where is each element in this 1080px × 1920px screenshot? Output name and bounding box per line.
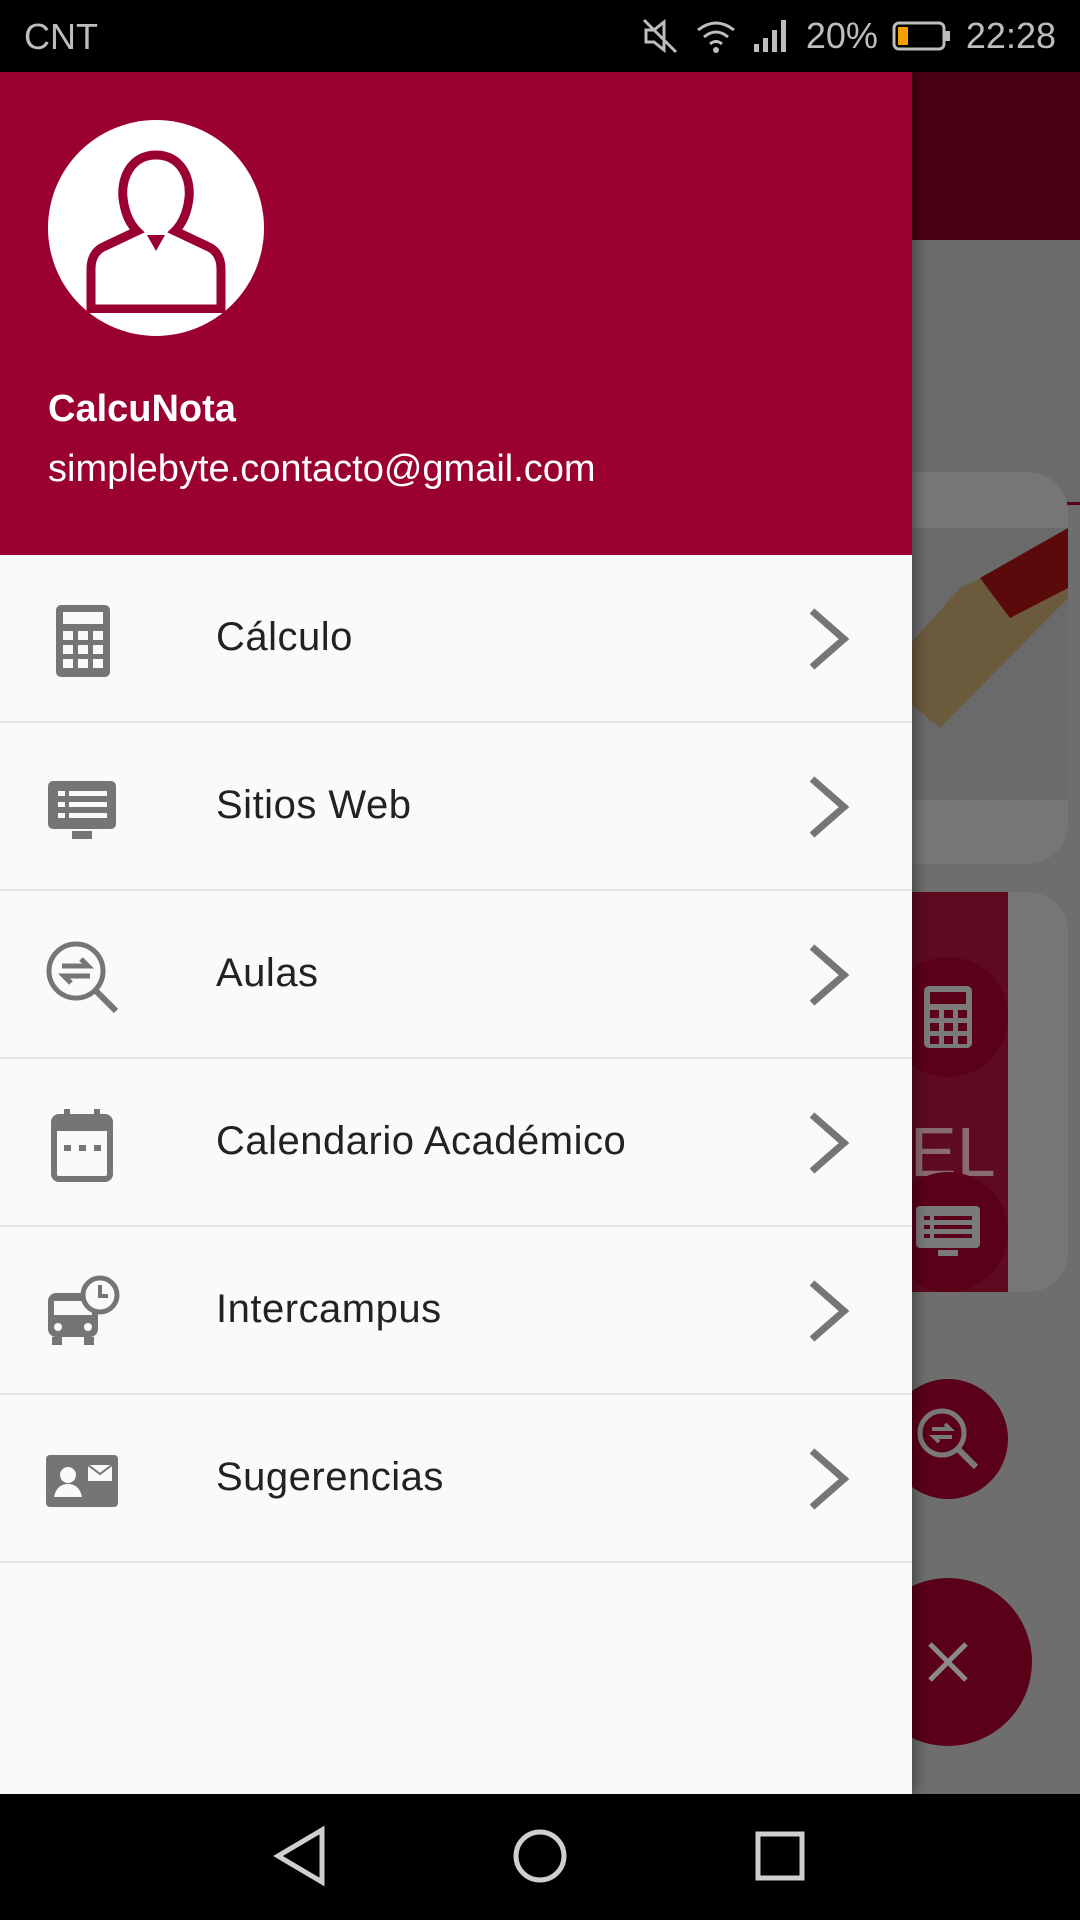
- recents-icon: [755, 1831, 805, 1881]
- status-bar: CNT 20% 22:28: [0, 0, 1080, 72]
- recents-button[interactable]: [748, 1824, 812, 1888]
- calculator-icon: [44, 603, 120, 679]
- chevron-right-icon: [806, 1111, 850, 1175]
- drawer-item-label: Sitios Web: [216, 783, 412, 827]
- drawer-item-sitios-web[interactable]: Sitios Web: [0, 723, 912, 891]
- drawer-item-sugerencias[interactable]: Sugerencias: [0, 1395, 912, 1563]
- chevron-right-icon: [806, 1279, 850, 1343]
- chevron-right-icon: [806, 607, 850, 671]
- system-nav-bar: [0, 1794, 1080, 1920]
- drawer-item-label: Aulas: [216, 951, 319, 995]
- battery-percent: 20%: [805, 15, 878, 56]
- drawer-item-label: Calendario Académico: [216, 1119, 627, 1163]
- chevron-right-icon: [806, 943, 850, 1007]
- drawer-header: CalcuNota simplebyte.contacto@gmail.com: [0, 72, 912, 555]
- monitor-list-icon: [44, 771, 120, 847]
- user-icon: [86, 150, 226, 313]
- drawer-item-intercampus[interactable]: Intercampus: [0, 1227, 912, 1395]
- battery-icon: [892, 20, 952, 52]
- chevron-right-icon: [806, 1447, 850, 1511]
- signal-icon: [752, 18, 792, 54]
- chevron-right-icon: [806, 775, 850, 839]
- contact-card-icon: [44, 1443, 120, 1519]
- clock-time: 22:28: [965, 15, 1056, 56]
- home-button[interactable]: [508, 1824, 572, 1888]
- calendar-icon: [44, 1107, 120, 1183]
- close-icon: [928, 1642, 968, 1682]
- drawer-item-label: Cálculo: [216, 615, 353, 659]
- carrier-name: CNT: [24, 16, 98, 57]
- user-email: simplebyte.contacto@gmail.com: [48, 448, 596, 490]
- drawer-menu: Cálculo Sitios Web Aulas Calendario Acad…: [0, 555, 912, 1563]
- mute-icon: [640, 16, 680, 56]
- drawer-item-label: Intercampus: [216, 1287, 442, 1331]
- drawer-item-label: Sugerencias: [216, 1455, 444, 1499]
- search-swap-icon: [44, 939, 120, 1015]
- back-button[interactable]: [270, 1824, 334, 1888]
- avatar[interactable]: [48, 120, 264, 336]
- navigation-drawer: CalcuNota simplebyte.contacto@gmail.com …: [0, 72, 912, 1794]
- home-icon: [513, 1829, 567, 1883]
- wifi-icon: [694, 16, 738, 56]
- drawer-item-calendario[interactable]: Calendario Académico: [0, 1059, 912, 1227]
- app-name: CalcuNota: [48, 388, 236, 430]
- drawer-item-calculo[interactable]: Cálculo: [0, 555, 912, 723]
- drawer-item-aulas[interactable]: Aulas: [0, 891, 912, 1059]
- bus-clock-icon: [44, 1275, 120, 1351]
- back-icon: [273, 1825, 325, 1887]
